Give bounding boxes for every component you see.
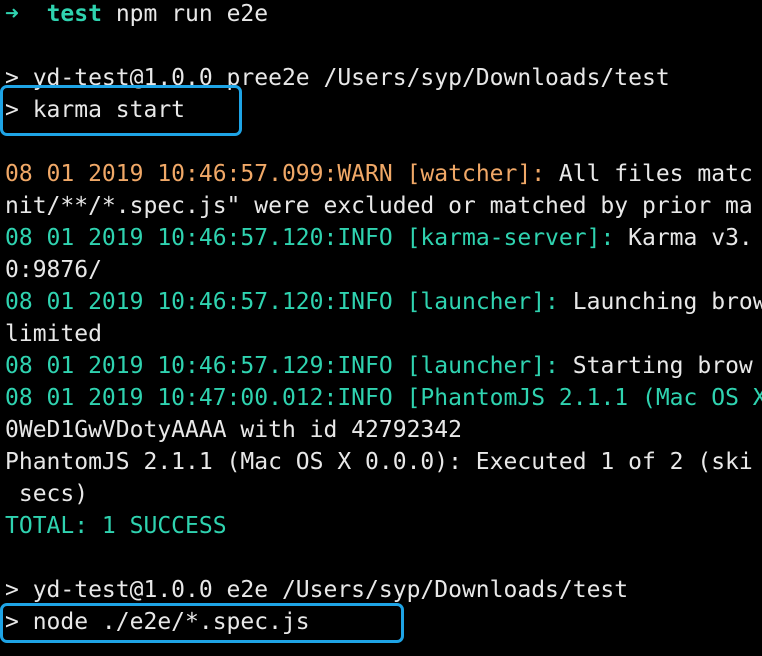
log-timestamp-level: 08 01 2019 10:46:57.129:INFO xyxy=(5,353,407,379)
log-source-tag: [karma-server]: xyxy=(406,225,629,251)
test-total-success: TOTAL: 1 SUCCESS xyxy=(5,513,227,539)
prompt-arrow-icon: ➜ xyxy=(5,1,19,27)
highlight-box-karma-start xyxy=(0,85,242,136)
log-source-tag: [launcher]: xyxy=(406,289,573,315)
npm-script-header-e2e: > yd-test@1.0.0 e2e /Users/syp/Downloads… xyxy=(5,577,629,603)
prompt-directory: test xyxy=(46,1,102,27)
log-line-continuation: 0WeD1GwVDotyAAAA with id 42792342 xyxy=(5,417,462,443)
test-execution-duration: secs) xyxy=(5,481,89,507)
log-line-info-launcher-starting: 08 01 2019 10:46:57.129:INFO [launcher]:… xyxy=(5,350,753,382)
log-message: Launching brow xyxy=(572,289,762,315)
terminal-window[interactable]: ➜ test npm run e2e > yd-test@1.0.0 pree2… xyxy=(0,0,762,656)
log-message: All files matc xyxy=(558,161,753,187)
log-timestamp-level: 08 01 2019 10:46:57.120:INFO xyxy=(5,225,407,251)
log-line-continuation: limited xyxy=(5,321,102,347)
log-timestamp-level: 08 01 2019 10:47:00.012:INFO xyxy=(5,385,407,411)
highlight-box-node-e2e xyxy=(0,603,404,643)
log-message: Starting brow xyxy=(572,353,753,379)
log-timestamp-level: 08 01 2019 10:46:57.120:INFO xyxy=(5,289,407,315)
log-timestamp-level: 08 01 2019 10:46:57.099:WARN xyxy=(5,161,407,187)
log-line-info-launcher-launching: 08 01 2019 10:46:57.120:INFO [launcher]:… xyxy=(5,286,762,318)
log-source-tag: [watcher]: xyxy=(406,161,559,187)
log-line-info-karma-server: 08 01 2019 10:46:57.120:INFO [karma-serv… xyxy=(5,222,753,254)
log-line-warn-watcher: 08 01 2019 10:46:57.099:WARN [watcher]: … xyxy=(5,158,753,190)
log-source-tag: [launcher]: xyxy=(406,353,573,379)
log-source-tag: [PhantomJS 2.1.1 (Mac OS X xyxy=(406,385,762,411)
log-line-continuation: nit/**/*.spec.js" were excluded or match… xyxy=(5,193,753,219)
prompt-command: npm run e2e xyxy=(115,1,269,27)
shell-prompt-line: ➜ test npm run e2e xyxy=(5,0,268,30)
log-message: Karma v3. xyxy=(628,225,753,251)
log-line-continuation: 0:9876/ xyxy=(5,257,102,283)
test-execution-summary: PhantomJS 2.1.1 (Mac OS X 0.0.0): Execut… xyxy=(5,449,753,475)
log-line-info-phantomjs: 08 01 2019 10:47:00.012:INFO [PhantomJS … xyxy=(5,382,762,414)
